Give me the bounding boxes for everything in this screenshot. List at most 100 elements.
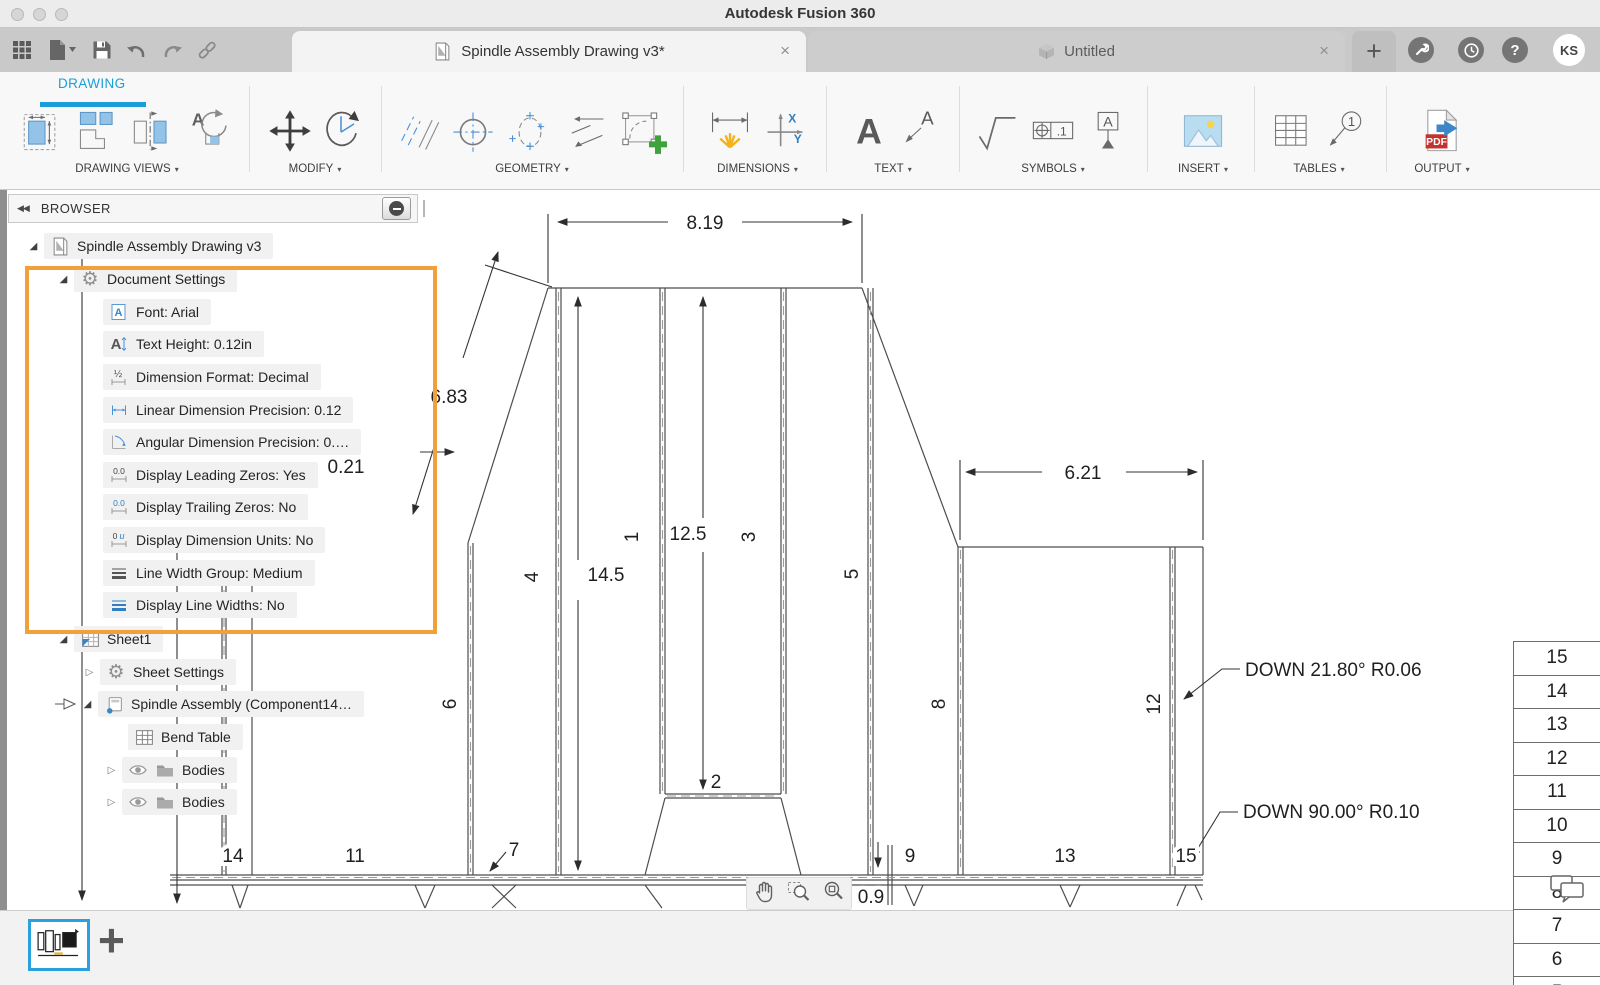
leader-text-icon[interactable]: A (895, 107, 941, 155)
collapse-arrow-icon[interactable]: ◢ (56, 634, 71, 645)
user-avatar[interactable]: KS (1553, 34, 1585, 66)
dimension-text[interactable]: 6.21 (1065, 463, 1102, 484)
zoom-window-button[interactable] (55, 8, 68, 21)
table-icon[interactable] (1268, 107, 1318, 155)
bend-note-text[interactable]: DOWN 21.80° R0.06 (1245, 660, 1422, 681)
datum-identifier-icon[interactable]: A (1083, 107, 1133, 155)
expand-arrow-icon[interactable]: ▷ (82, 667, 97, 678)
browser-item-chip[interactable]: Bodies (122, 757, 237, 783)
insert-image-icon[interactable] (1177, 107, 1229, 155)
browser-item-chip[interactable]: Spindle Assembly (Component14… (98, 691, 364, 717)
group-label-insert[interactable]: INSERT▾ (1178, 163, 1228, 175)
group-label-geometry[interactable]: GEOMETRY▾ (495, 163, 569, 175)
bend-id-label[interactable]: 6 (440, 699, 461, 710)
bend-table-row[interactable]: 11 (1514, 776, 1600, 810)
dimension-icon[interactable] (704, 107, 756, 155)
eye-icon[interactable] (128, 793, 148, 811)
balloon-icon[interactable]: 1 (1321, 107, 1371, 155)
bend-id-label[interactable]: 14 (222, 846, 244, 867)
bend-table-row[interactable]: 6 (1514, 944, 1600, 978)
bend-table-row[interactable]: 12 (1514, 743, 1600, 777)
bend-table-row[interactable]: 13 (1514, 709, 1600, 743)
rotate-icon[interactable] (317, 107, 365, 155)
new-tab-button[interactable]: + (1352, 31, 1396, 72)
edge-extension-icon[interactable] (560, 107, 612, 155)
undo-icon[interactable] (124, 37, 150, 63)
group-label-modify[interactable]: MODIFY▾ (289, 163, 342, 175)
drawing-canvas[interactable]: 8.196.830.2114.512.56.210.9 413568122141… (0, 190, 1600, 910)
eye-icon[interactable] (128, 761, 148, 779)
group-label-text[interactable]: TEXT▾ (874, 163, 911, 175)
browser-header[interactable]: ◀◀ BROWSER (8, 194, 418, 223)
bend-table-row[interactable]: 5 (1514, 977, 1600, 985)
bend-table-row[interactable]: 15 (1514, 642, 1600, 676)
projected-view-icon[interactable] (73, 107, 125, 155)
zoom-icon[interactable] (820, 878, 847, 910)
bend-id-label[interactable]: 12 (1144, 693, 1165, 714)
dimension-text[interactable]: 12.5 (670, 524, 707, 545)
group-label-tables[interactable]: TABLES▾ (1293, 163, 1344, 175)
notifications-clock-icon[interactable] (1458, 37, 1484, 63)
sheet1-thumbnail[interactable] (28, 919, 90, 971)
browser-item-chip[interactable]: Bodies (122, 789, 237, 815)
browser-item-chip[interactable]: Bend Table (128, 724, 243, 750)
group-label-symbols[interactable]: SYMBOLS▾ (1021, 163, 1085, 175)
collapse-arrow-icon[interactable]: ◢ (80, 699, 95, 710)
center-mark-icon[interactable] (446, 107, 500, 155)
tab-untitled-close-icon[interactable]: × (1319, 41, 1329, 61)
bend-id-label[interactable]: 3 (739, 532, 760, 543)
group-label-output[interactable]: OUTPUT▾ (1414, 163, 1469, 175)
bend-table-row[interactable]: 10 (1514, 810, 1600, 844)
detail-view-icon[interactable]: A (183, 107, 235, 155)
browser-display-toggle[interactable] (382, 197, 411, 220)
bend-table-row[interactable]: 9 (1514, 843, 1600, 877)
ordinate-dimension-icon[interactable]: X Y (759, 107, 811, 155)
help-icon[interactable]: ? (1502, 37, 1528, 63)
output-pdf-icon[interactable]: PDF (1416, 107, 1468, 155)
browser-collapse-icon[interactable]: ◀◀ (17, 204, 29, 214)
surface-texture-icon[interactable] (973, 107, 1023, 155)
bend-id-label[interactable]: 7 (509, 840, 520, 861)
dimension-text[interactable]: 0.9 (858, 887, 884, 908)
pan-hand-icon[interactable] (751, 878, 778, 910)
tab-active-document[interactable]: Spindle Assembly Drawing v3* × (292, 31, 806, 72)
group-label-dimensions[interactable]: DIMENSIONS▾ (717, 163, 798, 175)
tab-untitled[interactable]: Untitled × (808, 31, 1345, 72)
workspace-label[interactable]: DRAWING (58, 76, 126, 91)
dimension-text[interactable]: 14.5 (588, 565, 625, 586)
bend-table-row[interactable]: 14 (1514, 676, 1600, 710)
save-icon[interactable] (89, 37, 115, 63)
bend-table-row[interactable]: 7 (1514, 910, 1600, 944)
share-link-icon[interactable] (194, 37, 220, 63)
bend-id-label[interactable]: 4 (522, 571, 543, 582)
centerline-icon[interactable] (393, 107, 443, 155)
bend-table[interactable]: 15141312111098765432 (1513, 641, 1600, 985)
move-icon[interactable] (266, 107, 314, 155)
section-view-icon[interactable] (128, 107, 180, 155)
tab-close-icon[interactable]: × (780, 41, 790, 61)
close-window-button[interactable] (11, 8, 24, 21)
comment-bubble-icon[interactable] (1549, 874, 1587, 909)
sketch-ellipse-icon[interactable] (503, 107, 557, 155)
feature-control-frame-icon[interactable]: .1 (1026, 107, 1080, 155)
edit-sketch-icon[interactable] (615, 107, 671, 155)
redo-icon[interactable] (159, 37, 185, 63)
add-sheet-button[interactable]: + (98, 913, 125, 967)
job-status-icon[interactable] (1408, 37, 1434, 63)
expand-arrow-icon[interactable]: ▷ (104, 797, 119, 808)
bend-id-label[interactable]: 1 (622, 532, 643, 543)
expand-arrow-icon[interactable]: ▷ (104, 765, 119, 776)
collapse-arrow-icon[interactable]: ◢ (26, 241, 41, 252)
browser-resize-handle[interactable] (423, 200, 425, 217)
browser-item-chip[interactable]: ⚙Sheet Settings (100, 659, 236, 685)
bend-id-label[interactable]: 5 (842, 569, 863, 580)
bend-note-text[interactable]: DOWN 90.00° R0.10 (1243, 802, 1420, 823)
zoom-window-icon[interactable] (785, 878, 812, 910)
text-icon[interactable]: A (846, 107, 892, 155)
bend-id-label[interactable]: 2 (711, 772, 722, 793)
base-view-icon[interactable] (20, 107, 70, 155)
browser-item-chip[interactable]: Spindle Assembly Drawing v3 (44, 233, 273, 259)
minimize-window-button[interactable] (33, 8, 46, 21)
group-label-drawing-views[interactable]: DRAWING VIEWS▾ (75, 163, 178, 175)
bend-id-label[interactable]: 11 (345, 846, 365, 867)
